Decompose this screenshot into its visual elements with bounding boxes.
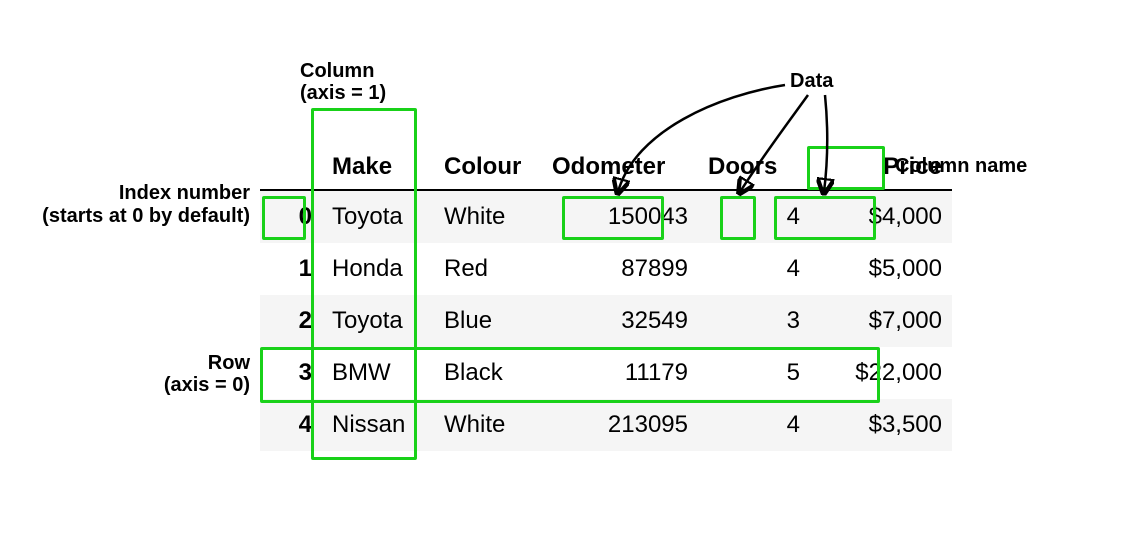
table-row: 3 BMW Black 11179 5 $22,000	[260, 347, 952, 399]
cell-odo: 150043	[548, 190, 706, 243]
label-column-axis-2: (axis = 1)	[300, 82, 386, 104]
cell-make: Toyota	[326, 190, 434, 243]
cell-price: $5,000	[822, 243, 952, 295]
cell-make: Nissan	[326, 399, 434, 451]
cell-colour: White	[434, 190, 548, 243]
cell-doors: 4	[706, 243, 822, 295]
dataframe-table: Make Colour Odometer Doors Price 0 Toyot…	[260, 145, 952, 451]
header-colour: Colour	[434, 145, 548, 190]
cell-price: $4,000	[822, 190, 952, 243]
cell-odo: 11179	[548, 347, 706, 399]
cell-make: Toyota	[326, 295, 434, 347]
cell-make: Honda	[326, 243, 434, 295]
table-row: 1 Honda Red 87899 4 $5,000	[260, 243, 952, 295]
cell-index: 3	[260, 347, 326, 399]
cell-colour: White	[434, 399, 548, 451]
cell-price: $3,500	[822, 399, 952, 451]
header-doors: Doors	[706, 145, 822, 190]
cell-price: $22,000	[822, 347, 952, 399]
cell-doors: 5	[706, 347, 822, 399]
label-column-axis-1: Column	[300, 60, 374, 82]
table-row: 2 Toyota Blue 32549 3 $7,000	[260, 295, 952, 347]
cell-price: $7,000	[822, 295, 952, 347]
cell-odo: 213095	[548, 399, 706, 451]
header-price: Price	[822, 145, 952, 190]
label-row-1: Row	[100, 352, 250, 374]
label-index-2: (starts at 0 by default)	[20, 205, 250, 227]
cell-colour: Red	[434, 243, 548, 295]
label-index-1: Index number	[20, 182, 250, 204]
table-row: 0 Toyota White 150043 4 $4,000	[260, 190, 952, 243]
table-row: 4 Nissan White 213095 4 $3,500	[260, 399, 952, 451]
cell-odo: 32549	[548, 295, 706, 347]
cell-index: 4	[260, 399, 326, 451]
cell-colour: Black	[434, 347, 548, 399]
cell-odo: 87899	[548, 243, 706, 295]
label-data: Data	[790, 70, 833, 92]
cell-doors: 4	[706, 399, 822, 451]
cell-doors: 3	[706, 295, 822, 347]
header-make: Make	[326, 145, 434, 190]
cell-index: 2	[260, 295, 326, 347]
cell-colour: Blue	[434, 295, 548, 347]
label-row-2: (axis = 0)	[100, 374, 250, 396]
header-row: Make Colour Odometer Doors Price	[260, 145, 952, 190]
cell-index: 0	[260, 190, 326, 243]
header-index	[260, 145, 326, 190]
cell-doors: 4	[706, 190, 822, 243]
cell-make: BMW	[326, 347, 434, 399]
cell-index: 1	[260, 243, 326, 295]
header-odometer: Odometer	[548, 145, 706, 190]
